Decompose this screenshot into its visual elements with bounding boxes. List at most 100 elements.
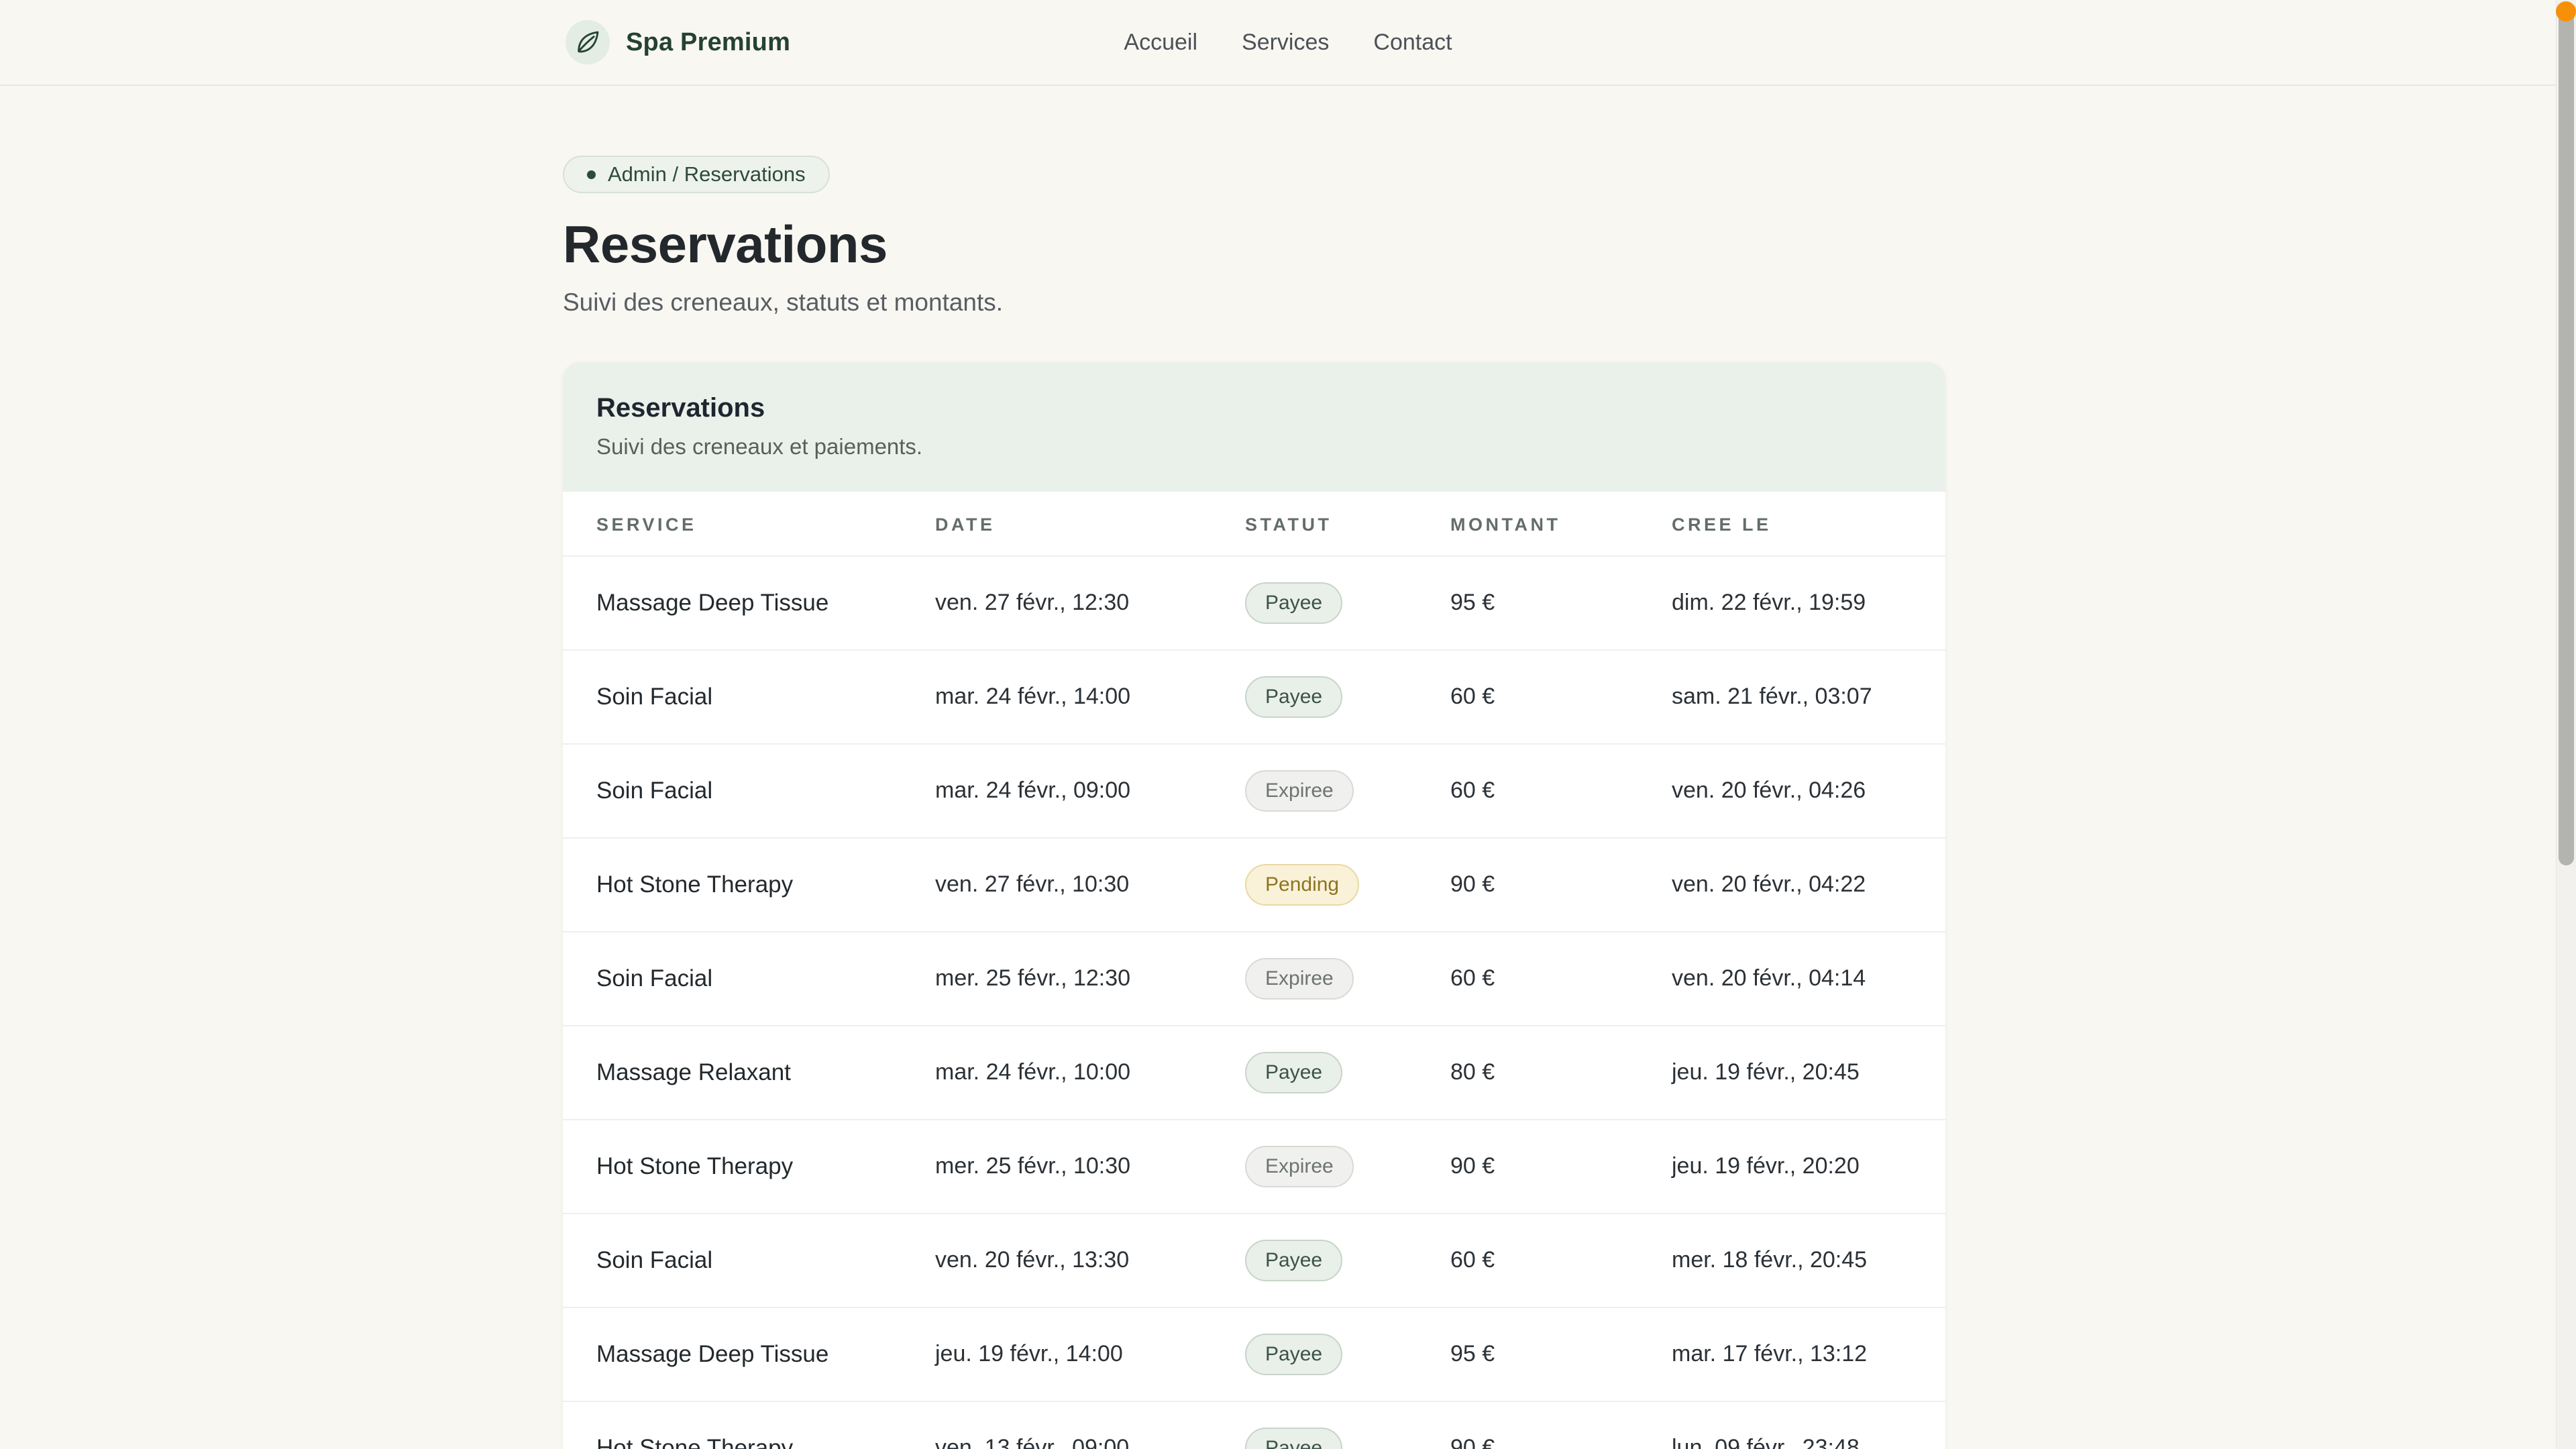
table-row: Massage Deep Tissueven. 27 févr., 12:30P… bbox=[563, 556, 1945, 650]
status-badge: Expiree bbox=[1245, 1146, 1354, 1187]
main-nav: Accueil Services Contact bbox=[1124, 30, 1452, 56]
reservations-card: Reservations Suivi des creneaux et paiem… bbox=[563, 362, 1945, 1449]
status-badge: Expiree bbox=[1245, 958, 1354, 1000]
cell-service: Hot Stone Therapy bbox=[563, 1120, 935, 1214]
cell-status: Pending bbox=[1245, 838, 1450, 932]
status-badge: Payee bbox=[1245, 1334, 1342, 1375]
cell-date: mar. 24 févr., 14:00 bbox=[935, 650, 1245, 744]
cell-date: ven. 13 févr., 09:00 bbox=[935, 1401, 1245, 1449]
cell-service: Hot Stone Therapy bbox=[563, 1401, 935, 1449]
page-subtitle: Suivi des creneaux, statuts et montants. bbox=[563, 288, 1945, 317]
column-header-cree-le: CREE LE bbox=[1672, 492, 1945, 556]
status-badge: Expiree bbox=[1245, 770, 1354, 812]
status-badge: Payee bbox=[1245, 676, 1342, 718]
nav-link-services[interactable]: Services bbox=[1242, 30, 1329, 56]
scrollbar-track[interactable] bbox=[2556, 0, 2576, 1449]
status-badge: Payee bbox=[1245, 582, 1342, 624]
brand: Spa Premium bbox=[566, 20, 790, 64]
cell-status: Payee bbox=[1245, 1401, 1450, 1449]
cell-status: Payee bbox=[1245, 1307, 1450, 1401]
status-badge: Payee bbox=[1245, 1052, 1342, 1093]
cell-created: ven. 20 févr., 04:26 bbox=[1672, 744, 1945, 838]
table-header: SERVICE DATE STATUT MONTANT CREE LE bbox=[563, 492, 1945, 556]
cell-date: ven. 20 févr., 13:30 bbox=[935, 1214, 1245, 1307]
top-nav: Spa Premium Accueil Services Contact bbox=[0, 0, 2576, 86]
cell-status: Payee bbox=[1245, 650, 1450, 744]
cell-service: Hot Stone Therapy bbox=[563, 838, 935, 932]
cell-service: Soin Facial bbox=[563, 650, 935, 744]
cell-created: mar. 17 févr., 13:12 bbox=[1672, 1307, 1945, 1401]
cell-created: ven. 20 févr., 04:14 bbox=[1672, 932, 1945, 1026]
column-header-statut: STATUT bbox=[1245, 492, 1450, 556]
table-row: Hot Stone Therapyven. 13 févr., 09:00Pay… bbox=[563, 1401, 1945, 1449]
cell-date: mar. 24 févr., 10:00 bbox=[935, 1026, 1245, 1120]
breadcrumb-dot-icon bbox=[587, 170, 596, 179]
card-header: Reservations Suivi des creneaux et paiem… bbox=[563, 362, 1945, 492]
cell-created: ven. 20 févr., 04:22 bbox=[1672, 838, 1945, 932]
cell-date: mar. 24 févr., 09:00 bbox=[935, 744, 1245, 838]
cell-status: Payee bbox=[1245, 556, 1450, 650]
status-badge: Payee bbox=[1245, 1428, 1342, 1449]
scrollbar-thumb[interactable] bbox=[2559, 4, 2574, 865]
table-row: Soin Facialmar. 24 févr., 14:00Payee 60 €… bbox=[563, 650, 1945, 744]
cell-date: ven. 27 févr., 12:30 bbox=[935, 556, 1245, 650]
cell-status: Payee bbox=[1245, 1214, 1450, 1307]
cell-created: dim. 22 févr., 19:59 bbox=[1672, 556, 1945, 650]
column-header-date: DATE bbox=[935, 492, 1245, 556]
cell-created: mer. 18 févr., 20:45 bbox=[1672, 1214, 1945, 1307]
column-header-service: SERVICE bbox=[563, 492, 935, 556]
table-row: Massage Deep Tissuejeu. 19 févr., 14:00P… bbox=[563, 1307, 1945, 1401]
status-badge: Payee bbox=[1245, 1240, 1342, 1281]
cell-amount: 90 € bbox=[1450, 1120, 1672, 1214]
cell-status: Expiree bbox=[1245, 744, 1450, 838]
cell-service: Soin Facial bbox=[563, 744, 935, 838]
cell-status: Payee bbox=[1245, 1026, 1450, 1120]
cell-created: jeu. 19 févr., 20:20 bbox=[1672, 1120, 1945, 1214]
table-row: Massage Relaxantmar. 24 févr., 10:00Paye… bbox=[563, 1026, 1945, 1120]
page-title: Reservations bbox=[563, 213, 1945, 276]
cell-amount: 95 € bbox=[1450, 556, 1672, 650]
nav-link-accueil[interactable]: Accueil bbox=[1124, 30, 1197, 56]
cell-date: mer. 25 févr., 12:30 bbox=[935, 932, 1245, 1026]
cell-amount: 90 € bbox=[1450, 1401, 1672, 1449]
cell-created: jeu. 19 févr., 20:45 bbox=[1672, 1026, 1945, 1120]
cell-amount: 90 € bbox=[1450, 838, 1672, 932]
reservations-table-body: Massage Deep Tissueven. 27 févr., 12:30P… bbox=[563, 556, 1945, 1449]
status-badge: Pending bbox=[1245, 864, 1359, 906]
cell-created: sam. 21 févr., 03:07 bbox=[1672, 650, 1945, 744]
breadcrumb: Admin / Reservations bbox=[563, 156, 830, 193]
nav-link-contact[interactable]: Contact bbox=[1373, 30, 1452, 56]
cell-amount: 60 € bbox=[1450, 744, 1672, 838]
card-subtitle: Suivi des creneaux et paiements. bbox=[596, 434, 1912, 460]
table-row: Hot Stone Therapymer. 25 févr., 10:30Exp… bbox=[563, 1120, 1945, 1214]
column-header-montant: MONTANT bbox=[1450, 492, 1672, 556]
cell-service: Massage Deep Tissue bbox=[563, 1307, 935, 1401]
cell-amount: 80 € bbox=[1450, 1026, 1672, 1120]
table-row: Soin Facialmer. 25 févr., 12:30Expiree 60… bbox=[563, 932, 1945, 1026]
table-row: Soin Facialven. 20 févr., 13:30Payee 60 €… bbox=[563, 1214, 1945, 1307]
cell-amount: 60 € bbox=[1450, 1214, 1672, 1307]
reservations-table: SERVICE DATE STATUT MONTANT CREE LE Mass… bbox=[563, 492, 1945, 1449]
cell-status: Expiree bbox=[1245, 932, 1450, 1026]
brand-name: Spa Premium bbox=[626, 28, 790, 57]
spa-logo bbox=[566, 20, 610, 64]
table-row: Soin Facialmar. 24 févr., 09:00Expiree 60… bbox=[563, 744, 1945, 838]
table-row: Hot Stone Therapyven. 27 févr., 10:30Pen… bbox=[563, 838, 1945, 932]
cell-service: Soin Facial bbox=[563, 1214, 935, 1307]
cell-amount: 60 € bbox=[1450, 650, 1672, 744]
leaf-icon bbox=[574, 29, 601, 56]
cell-date: mer. 25 févr., 10:30 bbox=[935, 1120, 1245, 1214]
cell-amount: 95 € bbox=[1450, 1307, 1672, 1401]
cell-amount: 60 € bbox=[1450, 932, 1672, 1026]
cell-service: Massage Relaxant bbox=[563, 1026, 935, 1120]
main-content: Admin / Reservations Reservations Suivi … bbox=[563, 86, 1945, 1449]
orange-indicator-dot bbox=[2556, 1, 2576, 21]
card-title: Reservations bbox=[596, 393, 1912, 423]
cell-date: ven. 27 févr., 10:30 bbox=[935, 838, 1245, 932]
cell-status: Expiree bbox=[1245, 1120, 1450, 1214]
cell-service: Soin Facial bbox=[563, 932, 935, 1026]
breadcrumb-label: Admin / Reservations bbox=[608, 162, 806, 186]
cell-date: jeu. 19 févr., 14:00 bbox=[935, 1307, 1245, 1401]
cell-created: lun. 09 févr., 23:48 bbox=[1672, 1401, 1945, 1449]
cell-service: Massage Deep Tissue bbox=[563, 556, 935, 650]
